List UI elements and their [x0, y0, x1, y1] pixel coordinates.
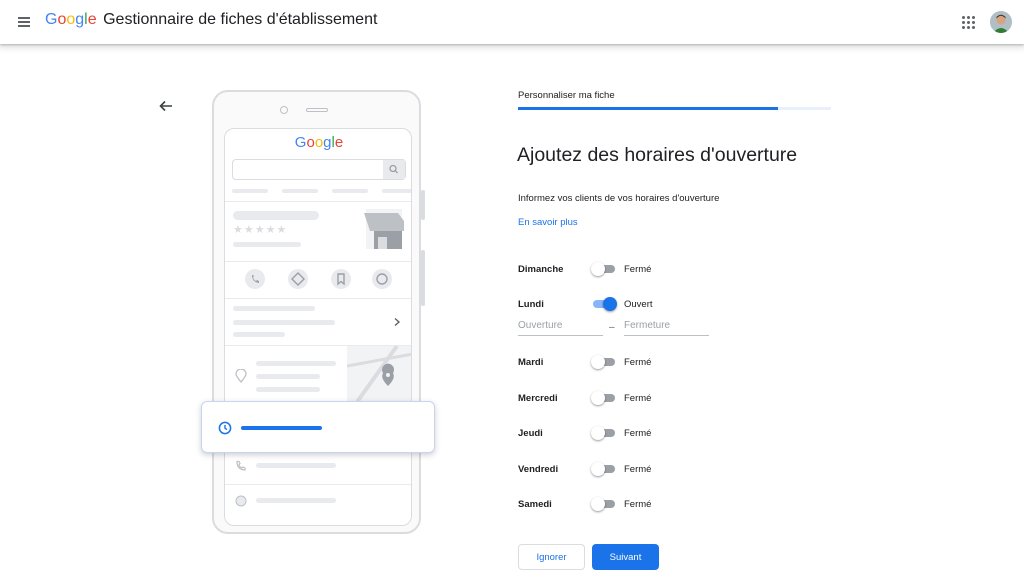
phone-illustration: Google ★★★★★	[212, 90, 421, 534]
avatar-image	[990, 11, 1012, 33]
toggle-jeudi[interactable]	[591, 425, 617, 441]
page-title: Ajoutez des horaires d'ouverture	[517, 144, 798, 166]
day-label-samedi: Samedi	[518, 499, 552, 510]
user-avatar[interactable]	[990, 11, 1012, 33]
status-vendredi: Fermé	[624, 464, 652, 475]
call-icon	[245, 269, 265, 289]
day-label-jeudi: Jeudi	[518, 428, 543, 439]
phone-side-button	[421, 250, 425, 306]
day-label-mercredi: Mercredi	[518, 393, 558, 404]
day-label-vendredi: Vendredi	[518, 464, 559, 475]
day-label-lundi: Lundi	[518, 299, 544, 310]
closing-time-field[interactable]: Fermeture	[624, 317, 709, 336]
status-samedi: Fermé	[624, 499, 652, 510]
opening-time-field[interactable]: Ouverture	[518, 317, 603, 336]
back-arrow-icon[interactable]	[156, 96, 176, 116]
illustration-search-bar	[232, 159, 406, 180]
status-mercredi: Fermé	[624, 393, 652, 404]
apps-grid-icon[interactable]	[958, 12, 978, 32]
hours-bar	[241, 426, 322, 430]
toggle-mardi[interactable]	[591, 354, 617, 370]
website-icon	[372, 269, 392, 289]
status-lundi: Ouvert	[624, 299, 653, 310]
logo-letter: G	[45, 11, 58, 28]
directions-icon	[288, 269, 308, 289]
toggle-dimanche[interactable]	[591, 261, 617, 277]
clock-icon	[218, 421, 232, 440]
toggle-vendredi[interactable]	[591, 461, 617, 477]
progress-fill	[518, 107, 778, 110]
top-app-bar: Google Gestionnaire de fiches d'établiss…	[0, 0, 1024, 44]
status-mardi: Fermé	[624, 357, 652, 368]
hamburger-menu-icon[interactable]	[14, 12, 34, 32]
logo-letter: g	[75, 11, 85, 28]
toggle-samedi[interactable]	[591, 496, 617, 512]
search-icon	[383, 160, 405, 179]
intro-text: Informez vos clients de vos horaires d'o…	[518, 193, 720, 204]
illustration-google-logo: Google	[294, 134, 344, 151]
toggle-lundi[interactable]	[591, 296, 617, 312]
chevron-right-icon	[392, 314, 402, 332]
app-brand: Google Gestionnaire de fiches d'établiss…	[45, 11, 377, 29]
day-label-mardi: Mardi	[518, 357, 544, 368]
logo-letter: e	[87, 11, 97, 28]
hours-highlight-card	[201, 401, 435, 453]
globe-icon	[235, 494, 247, 512]
logo-letter: o	[66, 11, 76, 28]
status-dimanche: Fermé	[624, 264, 652, 275]
time-range-dash: –	[609, 322, 615, 333]
map-thumbnail	[346, 344, 411, 404]
google-logo: Google	[45, 11, 101, 28]
camera-dot	[280, 106, 288, 114]
phone-screen: Google ★★★★★	[224, 128, 412, 526]
phone-side-button	[421, 190, 425, 220]
next-button[interactable]: Suivant	[592, 544, 659, 570]
app-title: Gestionnaire de fiches d'établissement	[103, 11, 378, 28]
save-icon	[331, 269, 351, 289]
storefront-icon	[364, 209, 404, 249]
ignore-button[interactable]: Ignorer	[518, 544, 585, 570]
status-jeudi: Fermé	[624, 428, 652, 439]
rating-stars: ★★★★★	[233, 224, 288, 236]
location-pin-icon	[235, 368, 247, 388]
speaker-slot	[306, 108, 328, 112]
step-label: Personnaliser ma fiche	[518, 90, 615, 101]
learn-more-link[interactable]: En savoir plus	[518, 217, 578, 228]
phone-icon	[235, 459, 247, 477]
toggle-mercredi[interactable]	[591, 390, 617, 406]
progress-bar	[518, 107, 831, 110]
day-label-dimanche: Dimanche	[518, 264, 564, 275]
